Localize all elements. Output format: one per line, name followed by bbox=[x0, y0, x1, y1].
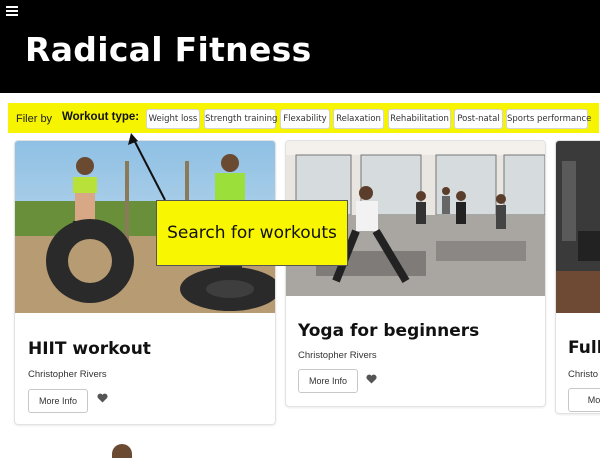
site-header: Radical Fitness bbox=[0, 0, 600, 93]
card-author: Christopher Rivers bbox=[28, 369, 107, 380]
filter-chip-strength-training[interactable]: Strength training bbox=[204, 109, 277, 129]
filter-chip-post-natal[interactable]: Post-natal bbox=[454, 109, 503, 129]
heart-icon[interactable] bbox=[97, 393, 108, 403]
filter-chip-rehabilitation[interactable]: Rehabilitation bbox=[388, 109, 451, 129]
hamburger-menu-icon[interactable] bbox=[6, 6, 18, 16]
filter-chip-flexability[interactable]: Flexability bbox=[280, 109, 330, 129]
card-title: Full bbox=[568, 338, 600, 358]
more-info-button[interactable]: More bbox=[568, 388, 600, 412]
heart-icon[interactable] bbox=[366, 374, 377, 384]
filter-chip-sports-performance[interactable]: Sports performance bbox=[506, 109, 591, 129]
filter-chip-weight-loss[interactable]: Weight loss bbox=[146, 109, 200, 129]
workout-card[interactable]: Full Christo More bbox=[555, 140, 600, 414]
filter-bar: Filer by Workout type: Weight loss Stren… bbox=[8, 103, 599, 133]
annotation-callout: Search for workouts bbox=[156, 200, 348, 266]
more-info-button[interactable]: More Info bbox=[28, 389, 88, 413]
card-author: Christo bbox=[568, 369, 599, 380]
workout-type-label: Workout type: bbox=[62, 111, 140, 123]
gym-photo bbox=[556, 141, 600, 313]
more-info-button[interactable]: More Info bbox=[298, 369, 358, 393]
workout-card[interactable]: Yoga for beginners Christopher Rivers Mo… bbox=[285, 140, 546, 407]
workout-card[interactable]: HIIT workout Christopher Rivers More Inf… bbox=[14, 140, 276, 425]
card-author: Christopher Rivers bbox=[298, 350, 377, 361]
site-title: Radical Fitness bbox=[25, 30, 312, 69]
card-title: HIIT workout bbox=[28, 339, 151, 359]
filter-label: Filer by bbox=[16, 113, 53, 125]
avatar bbox=[112, 444, 132, 458]
card-title: Yoga for beginners bbox=[298, 321, 480, 341]
filter-chip-relaxation[interactable]: Relaxation bbox=[333, 109, 384, 129]
